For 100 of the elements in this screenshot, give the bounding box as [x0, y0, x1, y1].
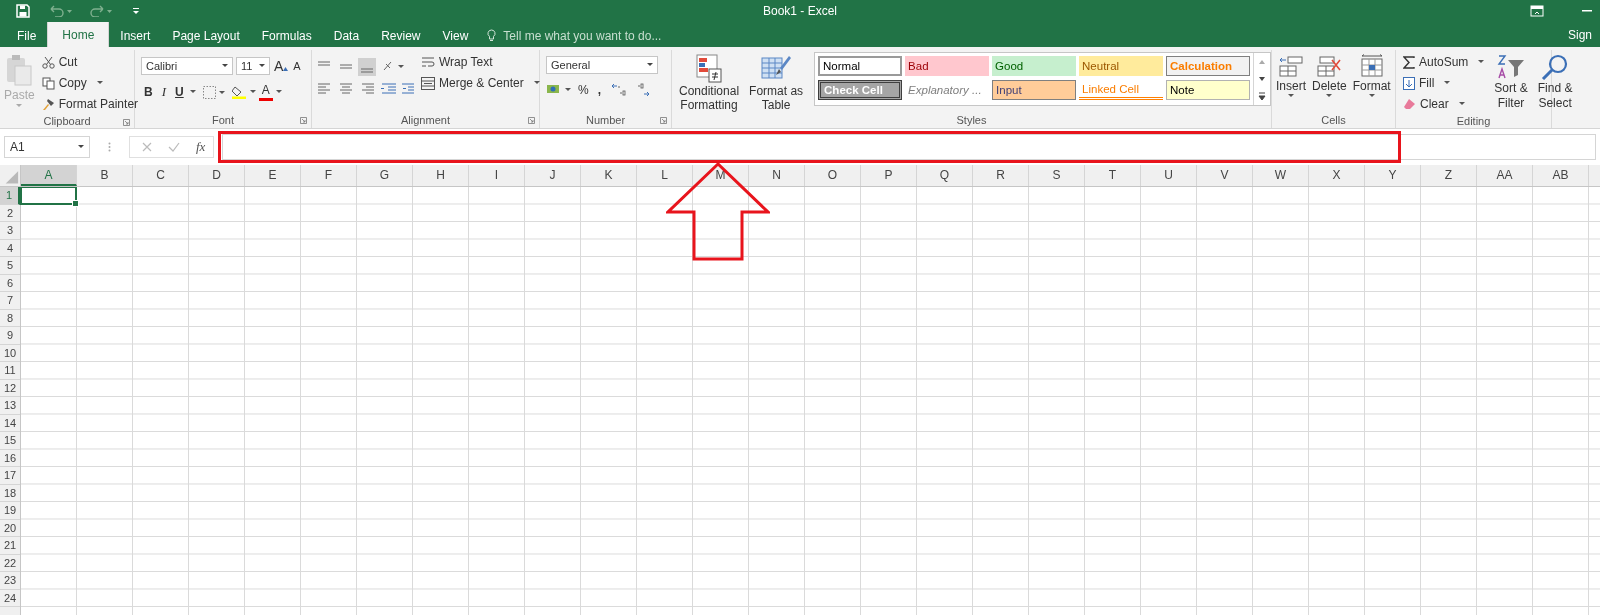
column-header[interactable]: P — [861, 165, 917, 186]
column-header[interactable]: L — [637, 165, 693, 186]
cell-style-item[interactable]: Neutral — [1079, 56, 1164, 76]
ribbon-tab[interactable]: Insert — [109, 24, 162, 47]
format-painter-button[interactable]: Format Painter — [38, 94, 142, 114]
customize-caret-icon[interactable] — [132, 7, 140, 15]
insert-function-button[interactable]: fx — [196, 139, 206, 155]
column-header[interactable]: D — [189, 165, 245, 186]
undo-icon[interactable] — [48, 5, 72, 17]
cell-style-item[interactable]: Explanatory ... — [905, 80, 990, 100]
column-header[interactable]: T — [1085, 165, 1141, 186]
row-header[interactable]: 17 — [0, 467, 20, 485]
row-header[interactable]: 4 — [0, 239, 20, 257]
column-header[interactable]: R — [973, 165, 1029, 186]
column-header[interactable]: E — [245, 165, 301, 186]
wrap-text-button[interactable]: Wrap Text — [418, 52, 543, 72]
row-header[interactable]: 10 — [0, 344, 20, 362]
bold-button[interactable]: B — [141, 82, 156, 102]
delete-button[interactable]: Delete — [1309, 52, 1350, 98]
dialog-launcher-icon[interactable] — [123, 119, 130, 126]
column-header[interactable]: F — [301, 165, 357, 186]
row-header[interactable]: 18 — [0, 484, 20, 502]
sign-in-link[interactable]: Sign — [1568, 24, 1600, 47]
ribbon-tab[interactable]: Home — [47, 22, 110, 47]
column-header[interactable]: O — [805, 165, 861, 186]
fill-button[interactable]: Fill — [1400, 73, 1488, 93]
copy-button[interactable]: Copy — [38, 73, 142, 93]
column-header[interactable]: I — [469, 165, 525, 186]
fill-color-icon[interactable] — [231, 85, 256, 99]
cell-style-item[interactable]: Normal — [818, 56, 903, 76]
column-header[interactable]: G — [357, 165, 413, 186]
cut-button[interactable]: Cut — [38, 52, 142, 72]
caret-icon[interactable] — [189, 90, 196, 94]
column-header[interactable]: A — [21, 165, 77, 186]
font-size-dropdown[interactable]: 11 — [236, 57, 270, 75]
ribbon-tab[interactable]: Formulas — [250, 24, 323, 47]
column-header[interactable]: H — [413, 165, 469, 186]
column-header[interactable]: N — [749, 165, 805, 186]
row-header[interactable]: 11 — [0, 362, 20, 380]
row-header[interactable]: 23 — [0, 572, 20, 590]
format-button[interactable]: Format — [1349, 52, 1394, 98]
column-header[interactable]: K — [581, 165, 637, 186]
row-header[interactable]: 22 — [0, 554, 20, 572]
row-header[interactable]: 14 — [0, 414, 20, 432]
number-format-dropdown[interactable]: General — [546, 56, 658, 74]
italic-button[interactable]: I — [158, 82, 169, 102]
dialog-launcher-icon[interactable] — [660, 117, 667, 124]
insert-button[interactable]: Insert — [1273, 52, 1309, 98]
shrink-font-button[interactable]: A — [292, 56, 302, 76]
grow-font-button[interactable]: A — [273, 56, 290, 76]
find-select-button[interactable]: Find & Select — [1534, 52, 1576, 110]
row-header[interactable]: 5 — [0, 257, 20, 275]
column-header[interactable]: Q — [917, 165, 973, 186]
column-header[interactable]: Z — [1421, 165, 1477, 186]
column-header[interactable]: C — [133, 165, 189, 186]
autosum-button[interactable]: AutoSum — [1400, 52, 1488, 72]
tell-me-field[interactable]: Tell me what you want to do... — [487, 24, 696, 47]
conditional-formatting-button[interactable]: Conditional Formatting — [676, 52, 743, 112]
dialog-launcher-icon[interactable] — [300, 117, 307, 124]
column-header[interactable]: S — [1029, 165, 1085, 186]
column-header[interactable]: W — [1253, 165, 1309, 186]
row-header[interactable]: 20 — [0, 519, 20, 537]
borders-icon[interactable] — [202, 85, 225, 99]
column-header[interactable]: B — [77, 165, 133, 186]
cell-style-item[interactable]: Input — [992, 80, 1077, 100]
row-header[interactable]: 3 — [0, 222, 20, 240]
ribbon-tab[interactable]: Data — [322, 24, 371, 47]
column-header[interactable]: Y — [1365, 165, 1421, 186]
comma-style-button[interactable]: , — [594, 80, 604, 100]
row-header[interactable]: 19 — [0, 502, 20, 520]
row-header[interactable]: 1 — [0, 187, 20, 205]
percent-button[interactable]: % — [575, 80, 592, 100]
font-name-dropdown[interactable]: Calibri — [141, 57, 233, 75]
row-header[interactable]: 21 — [0, 537, 20, 555]
cancel-icon[interactable] — [142, 142, 152, 152]
row-header[interactable]: 12 — [0, 379, 20, 397]
font-color-button[interactable]: A — [258, 83, 273, 101]
ribbon-tab[interactable]: File — [6, 24, 48, 47]
ribbon-tab[interactable]: Review — [370, 24, 432, 47]
horizontal-align-icons[interactable] — [316, 82, 414, 96]
column-header[interactable]: J — [525, 165, 581, 186]
row-header[interactable]: 16 — [0, 449, 20, 467]
ribbon-display-icon[interactable] — [1530, 5, 1544, 17]
row-header[interactable]: 6 — [0, 274, 20, 292]
cell-style-item[interactable]: Note — [1166, 80, 1251, 100]
dialog-launcher-icon[interactable] — [528, 117, 535, 124]
column-header[interactable]: V — [1197, 165, 1253, 186]
underline-button[interactable]: U — [172, 82, 187, 102]
ribbon-tab[interactable]: Page Layout — [161, 24, 251, 47]
row-header[interactable]: 15 — [0, 432, 20, 450]
sort-filter-button[interactable]: Sort & Filter — [1491, 52, 1531, 110]
cell-style-item[interactable]: Good — [992, 56, 1077, 76]
row-header[interactable]: 8 — [0, 309, 20, 327]
cell-style-item[interactable]: Bad — [905, 56, 990, 76]
merge-center-button[interactable]: Merge & Center — [418, 73, 543, 93]
minimize-icon[interactable] — [1582, 10, 1592, 12]
column-header[interactable]: U — [1141, 165, 1197, 186]
ribbon-tab[interactable]: View — [431, 24, 480, 47]
row-header[interactable]: 13 — [0, 397, 20, 415]
row-header[interactable]: 9 — [0, 327, 20, 345]
